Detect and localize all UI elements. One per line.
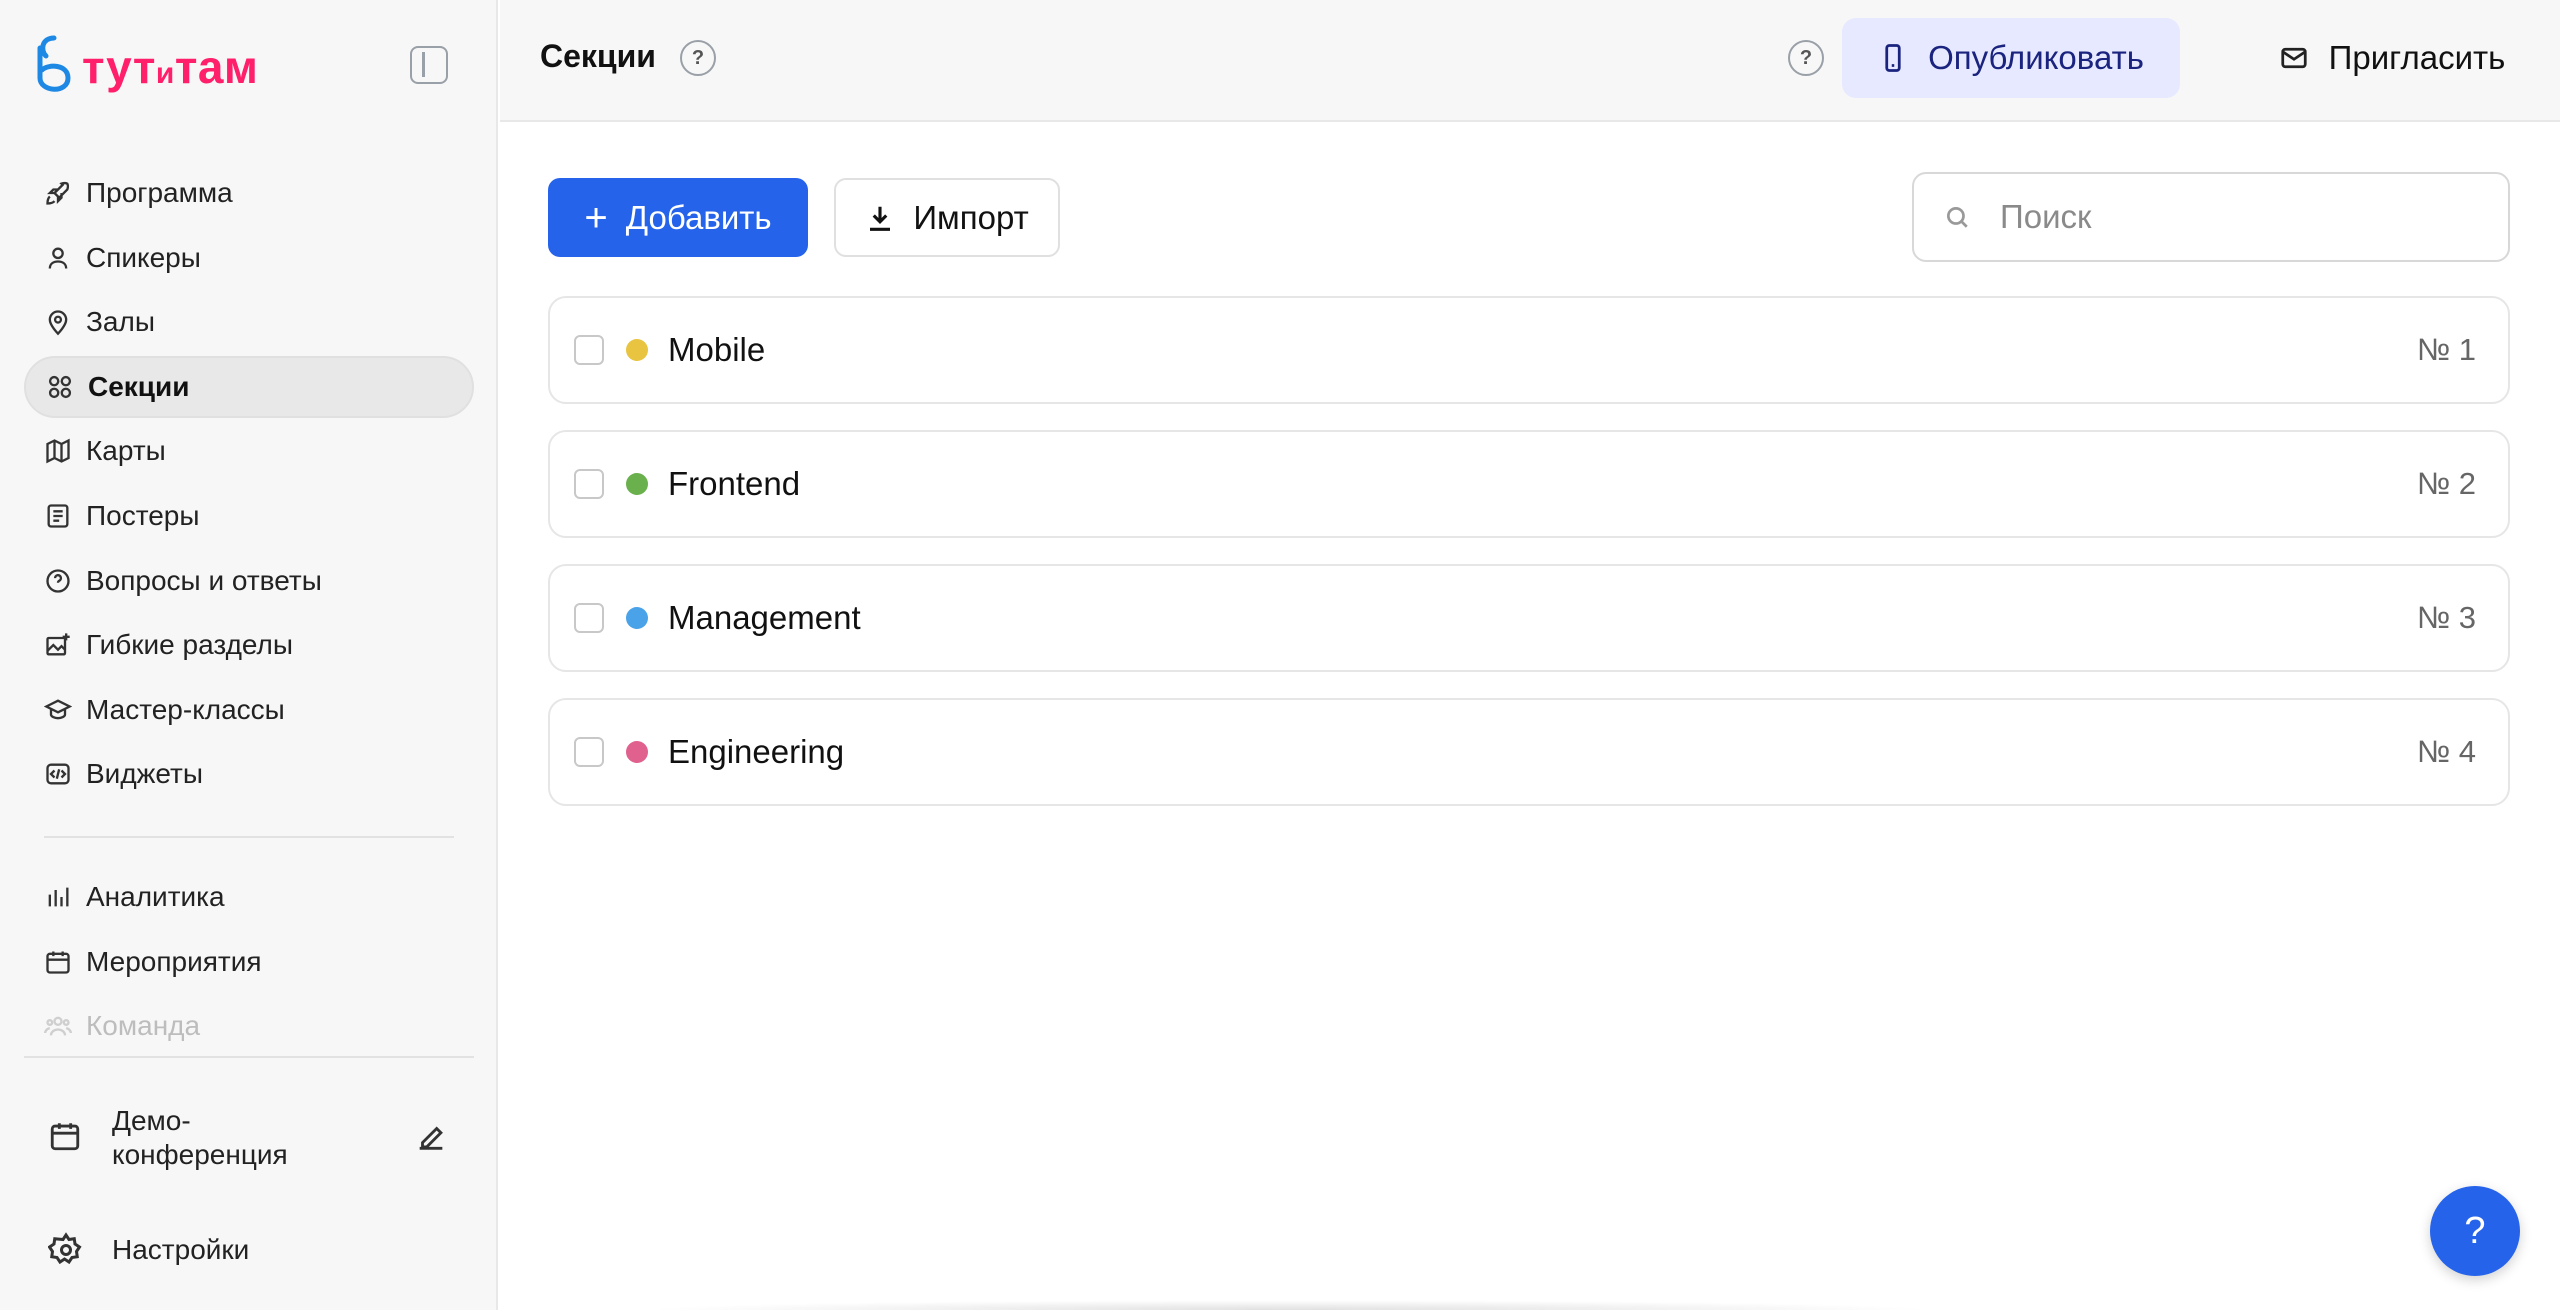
section-color-dot <box>626 473 648 495</box>
sidebar-divider <box>44 836 454 838</box>
user-icon <box>44 244 72 272</box>
poster-icon <box>44 502 72 530</box>
section-name: Mobile <box>668 331 766 368</box>
sidebar-item-label: Вопросы и ответы <box>86 564 322 596</box>
sidebar-nav-secondary: Аналитика Мероприятия Команда <box>24 866 474 1060</box>
publish-button[interactable]: Опубликовать <box>1842 18 2180 98</box>
row-checkbox[interactable] <box>574 335 604 365</box>
section-name: Engineering <box>668 733 845 770</box>
search-icon <box>1946 206 1968 228</box>
section-name: Management <box>668 599 861 636</box>
sidebar-item-label: Команда <box>86 1010 201 1042</box>
sidebar-nav: Программа Спикеры Залы Секции Карты Пост… <box>24 162 474 808</box>
search-box <box>1912 172 2510 262</box>
invite-button[interactable]: Пригласить <box>2252 18 2532 98</box>
bottom-shadow <box>640 1300 1940 1310</box>
sidebar-item-label: Залы <box>86 306 155 338</box>
row-checkbox[interactable] <box>574 737 604 767</box>
section-color-dot <box>626 741 648 763</box>
import-label: Импорт <box>913 198 1029 236</box>
sidebar-item-halls[interactable]: Залы <box>24 291 474 353</box>
sidebar-item-maps[interactable]: Карты <box>24 420 474 482</box>
help-circle-icon <box>44 567 72 595</box>
sidebar-item-label: Виджеты <box>86 758 203 790</box>
sidebar-item-events[interactable]: Мероприятия <box>24 931 474 993</box>
smartphone-icon <box>1885 44 1901 72</box>
settings-label: Настройки <box>112 1234 250 1265</box>
logo-text: тутитам <box>82 41 259 93</box>
sidebar-item-analytics[interactable]: Аналитика <box>24 866 474 928</box>
sidebar-item-label: Гибкие разделы <box>86 629 294 661</box>
graduation-cap-icon <box>44 696 72 724</box>
publish-label: Опубликовать <box>1928 39 2144 76</box>
invite-label: Пригласить <box>2328 39 2506 76</box>
section-number: № 4 <box>2416 734 2476 769</box>
top-header: Секции ? ? Опубликовать Пригласить <box>500 0 2560 122</box>
list-item[interactable]: Management № 3 <box>548 564 2510 672</box>
pencil-icon[interactable] <box>414 1120 448 1159</box>
calendar-icon <box>48 1119 82 1158</box>
download-icon <box>870 206 891 231</box>
sections-list: Mobile № 1 Frontend № 2 Management № 3 E… <box>548 296 2510 832</box>
sidebar-item-label: Аналитика <box>86 881 225 912</box>
code-icon <box>44 760 72 788</box>
list-item[interactable]: Mobile № 1 <box>548 296 2510 404</box>
sidebar-item-widgets[interactable]: Виджеты <box>24 743 474 805</box>
sidebar-bottom-divider <box>24 1056 474 1058</box>
map-pin-icon <box>44 308 72 336</box>
add-label: Добавить <box>625 198 772 236</box>
image-plus-icon <box>44 631 72 659</box>
sidebar-item-posters[interactable]: Постеры <box>24 485 474 547</box>
section-color-dot <box>626 607 648 629</box>
list-item[interactable]: Frontend № 2 <box>548 430 2510 538</box>
section-number: № 2 <box>2416 466 2476 501</box>
settings-link[interactable]: Настройки <box>48 1222 249 1278</box>
sidebar-item-label: Постеры <box>86 499 200 531</box>
sidebar-item-label: Программа <box>86 177 233 208</box>
search-input[interactable] <box>2000 198 2480 236</box>
map-icon <box>44 437 72 465</box>
sidebar-collapse-icon[interactable] <box>410 46 448 84</box>
sidebar-item-label: Секции <box>88 370 190 402</box>
brand-logo[interactable]: тутитам <box>34 34 258 100</box>
row-checkbox[interactable] <box>574 469 604 499</box>
header-help-icon[interactable]: ? <box>1788 40 1824 76</box>
grid-icon <box>46 373 74 401</box>
sidebar-item-team[interactable]: Команда <box>24 995 474 1057</box>
logo-mark-icon <box>37 35 71 92</box>
add-button[interactable]: + Добавить <box>548 178 808 257</box>
sidebar-item-label: Мероприятия <box>86 945 262 977</box>
bar-chart-icon <box>44 883 72 911</box>
sidebar-item-label: Спикеры <box>86 241 201 273</box>
sidebar-item-speakers[interactable]: Спикеры <box>24 227 474 289</box>
conference-name: Демо- конференция <box>112 1105 288 1170</box>
mail-icon <box>2281 47 2307 69</box>
import-button[interactable]: Импорт <box>834 178 1060 257</box>
title-help-icon[interactable]: ? <box>680 40 716 76</box>
section-number: № 1 <box>2416 332 2476 367</box>
sidebar-item-masterclasses[interactable]: Мастер-классы <box>24 679 474 741</box>
list-item[interactable]: Engineering № 4 <box>548 698 2510 806</box>
calendar-icon <box>44 948 72 976</box>
section-color-dot <box>626 339 648 361</box>
sidebar-item-flexible[interactable]: Гибкие разделы <box>24 614 474 676</box>
help-fab-button[interactable]: ? <box>2430 1186 2520 1276</box>
sidebar-item-label: Мастер-классы <box>86 693 285 725</box>
section-number: № 3 <box>2416 600 2476 635</box>
sidebar-item-label: Карты <box>86 435 166 467</box>
conference-selector[interactable]: Демо- конференция <box>48 1100 468 1176</box>
rocket-icon <box>44 179 72 207</box>
section-name: Frontend <box>668 465 801 502</box>
page-title: Секции <box>540 38 656 74</box>
team-icon <box>44 1012 72 1040</box>
plus-icon: + <box>584 195 608 240</box>
sidebar-item-sections[interactable]: Секции <box>24 355 474 418</box>
sidebar-item-qa[interactable]: Вопросы и ответы <box>24 550 474 612</box>
sidebar-item-program[interactable]: Программа <box>24 162 474 224</box>
gear-icon <box>48 1232 82 1265</box>
sidebar: тутитам Программа Спикеры Залы Секции Ка… <box>0 0 498 1310</box>
row-checkbox[interactable] <box>574 603 604 633</box>
